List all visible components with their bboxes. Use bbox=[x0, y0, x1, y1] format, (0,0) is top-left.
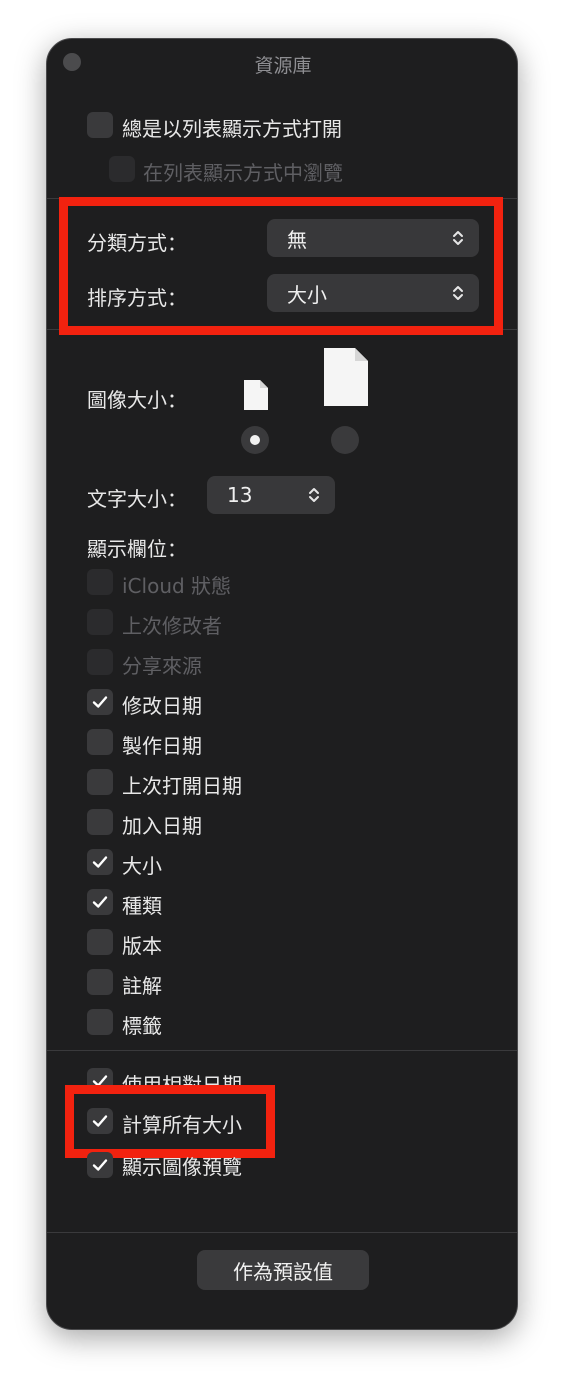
divider bbox=[47, 1232, 517, 1233]
browse-list-label: 在列表顯示方式中瀏覽 bbox=[143, 161, 343, 185]
column-checkbox[interactable] bbox=[87, 929, 113, 955]
calc-sizes-label: 計算所有大小 bbox=[122, 1113, 242, 1137]
use-as-defaults-button[interactable]: 作為預設值 bbox=[197, 1250, 369, 1290]
radio-selected-dot bbox=[250, 435, 260, 445]
browse-list-checkbox bbox=[109, 156, 135, 182]
icon-size-label: 圖像大小： bbox=[87, 388, 187, 412]
column-checkbox bbox=[87, 569, 113, 595]
checkmark-icon bbox=[92, 1115, 108, 1127]
column-label: 分享來源 bbox=[122, 654, 202, 678]
column-label: 製作日期 bbox=[122, 734, 202, 758]
large-icon-radio[interactable] bbox=[331, 426, 359, 454]
column-label: 加入日期 bbox=[122, 814, 202, 838]
column-checkbox[interactable] bbox=[87, 1009, 113, 1035]
column-label: 版本 bbox=[122, 934, 162, 958]
column-label: 註解 bbox=[122, 974, 162, 998]
column-checkbox[interactable] bbox=[87, 769, 113, 795]
column-label: iCloud 狀態 bbox=[122, 574, 232, 598]
checkmark-icon bbox=[92, 896, 108, 908]
large-document-icon bbox=[324, 348, 368, 406]
column-label: 上次修改者 bbox=[122, 614, 222, 638]
column-checkbox[interactable] bbox=[87, 849, 113, 875]
column-checkbox bbox=[87, 609, 113, 635]
column-label: 種類 bbox=[122, 894, 162, 918]
column-label: 大小 bbox=[122, 854, 162, 878]
view-options-window: 資源庫 總是以列表顯示方式打開 在列表顯示方式中瀏覽 分類方式： 無 排序方式：… bbox=[46, 38, 518, 1330]
window-title: 資源庫 bbox=[254, 55, 312, 77]
small-document-icon bbox=[244, 380, 268, 410]
text-size-popup[interactable]: 13 bbox=[207, 476, 335, 514]
column-checkbox[interactable] bbox=[87, 689, 113, 715]
icon-preview-label: 顯示圖像預覽 bbox=[122, 1155, 242, 1179]
show-columns-label: 顯示欄位： bbox=[87, 537, 187, 561]
text-size-label: 文字大小： bbox=[87, 487, 187, 511]
column-checkbox[interactable] bbox=[87, 889, 113, 915]
column-label: 標籤 bbox=[122, 1014, 162, 1038]
column-label: 修改日期 bbox=[122, 694, 202, 718]
column-checkbox bbox=[87, 649, 113, 675]
text-size-value: 13 bbox=[227, 483, 253, 507]
column-checkbox[interactable] bbox=[87, 969, 113, 995]
highlight-box bbox=[59, 197, 503, 335]
column-checkbox[interactable] bbox=[87, 809, 113, 835]
divider bbox=[47, 1050, 517, 1051]
checkmark-icon bbox=[92, 696, 108, 708]
icon-preview-checkbox[interactable] bbox=[87, 1152, 113, 1178]
checkmark-icon bbox=[92, 856, 108, 868]
checkmark-icon bbox=[92, 1159, 108, 1171]
column-checkbox[interactable] bbox=[87, 729, 113, 755]
calc-sizes-checkbox[interactable] bbox=[87, 1108, 113, 1134]
always-list-label: 總是以列表顯示方式打開 bbox=[122, 117, 342, 141]
chevron-updown-icon bbox=[309, 488, 319, 502]
small-icon-radio[interactable] bbox=[241, 426, 269, 454]
column-label: 上次打開日期 bbox=[122, 774, 242, 798]
always-list-checkbox[interactable] bbox=[87, 112, 113, 138]
